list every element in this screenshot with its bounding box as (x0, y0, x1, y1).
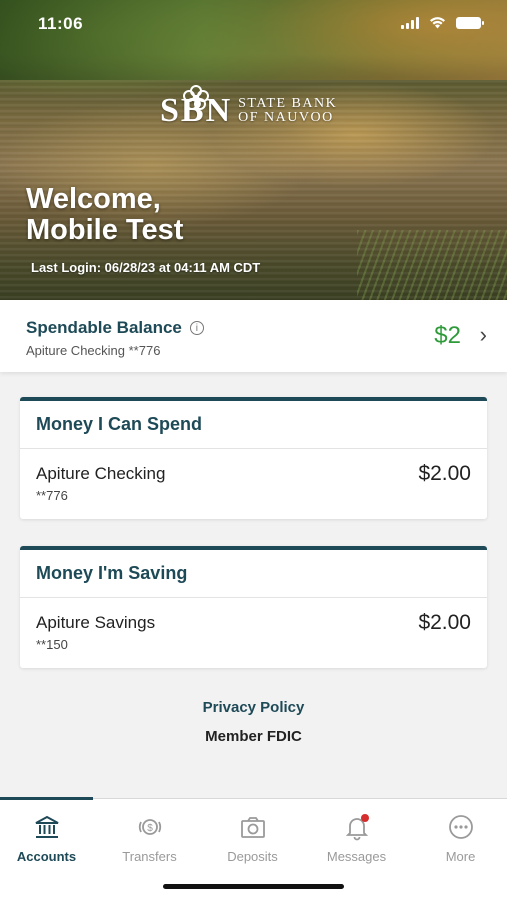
spendable-balance-card[interactable]: Spendable Balance i Apiture Checking **7… (0, 300, 507, 372)
signal-icon (401, 16, 419, 29)
status-icons (401, 16, 484, 29)
welcome-heading: Welcome, Mobile Test (26, 183, 184, 246)
account-balance: $2.00 (418, 611, 471, 634)
more-dots-icon (447, 813, 475, 841)
chevron-right-icon[interactable]: › (480, 322, 487, 348)
account-row-savings[interactable]: Apiture Savings **150 $2.00 (20, 598, 487, 668)
tab-label: Accounts (16, 849, 77, 864)
privacy-policy-link[interactable]: Privacy Policy (0, 699, 507, 716)
status-bar: 11:06 (0, 12, 507, 38)
tab-label: More (445, 849, 476, 864)
bank-icon (33, 813, 61, 841)
hero-banner (0, 0, 507, 300)
notification-dot (360, 814, 369, 822)
bank-logo: SBN STATE BANK OF NAUVOO (160, 85, 338, 130)
account-number: **776 (36, 488, 68, 503)
tab-messages[interactable]: Messages (306, 813, 407, 864)
logo-flower-icon (183, 85, 209, 110)
tab-more[interactable]: More (410, 813, 507, 864)
account-balance: $2.00 (418, 462, 471, 485)
status-time: 11:06 (38, 14, 84, 33)
svg-text:$: $ (147, 823, 153, 834)
tab-deposits[interactable]: Deposits (202, 813, 303, 864)
tab-transfers[interactable]: $ Transfers (99, 813, 200, 864)
last-login-text: Last Login: 06/28/23 at 04:11 AM CDT (31, 260, 261, 275)
battery-icon (456, 16, 484, 29)
account-group-spend: Money I Can Spend Apiture Checking **776… (20, 397, 487, 519)
account-name: Apiture Checking (36, 464, 166, 483)
bell-icon (343, 813, 371, 841)
info-icon[interactable]: i (189, 321, 204, 335)
tab-label: Transfers (122, 849, 177, 864)
account-name: Apiture Savings (36, 613, 156, 632)
home-indicator[interactable] (163, 884, 344, 889)
account-number: **150 (36, 637, 68, 652)
group-title: Money I Can Spend (20, 401, 487, 449)
camera-icon (239, 813, 267, 841)
logo-bank-name: STATE BANK OF NAUVOO (238, 96, 338, 125)
member-fdic-text: Member FDIC (205, 728, 302, 745)
tab-accounts[interactable]: Accounts (0, 813, 97, 864)
group-title: Money I'm Saving (20, 550, 487, 598)
hero-grass-decoration (357, 230, 507, 300)
spendable-balance-account: Apiture Checking **776 (26, 343, 161, 358)
account-group-saving: Money I'm Saving Apiture Savings **150 $… (20, 546, 487, 668)
active-tab-indicator (0, 797, 93, 800)
tab-label: Messages (326, 849, 387, 864)
account-row-checking[interactable]: Apiture Checking **776 $2.00 (20, 449, 487, 519)
spendable-balance-title: Spendable Balance i (26, 318, 204, 338)
spendable-balance-amount: $2 (434, 322, 461, 349)
logo-letters: SBN (160, 85, 232, 130)
tab-label: Deposits (227, 849, 278, 864)
wifi-icon (430, 17, 445, 29)
transfer-dollar-icon: $ (136, 813, 164, 841)
